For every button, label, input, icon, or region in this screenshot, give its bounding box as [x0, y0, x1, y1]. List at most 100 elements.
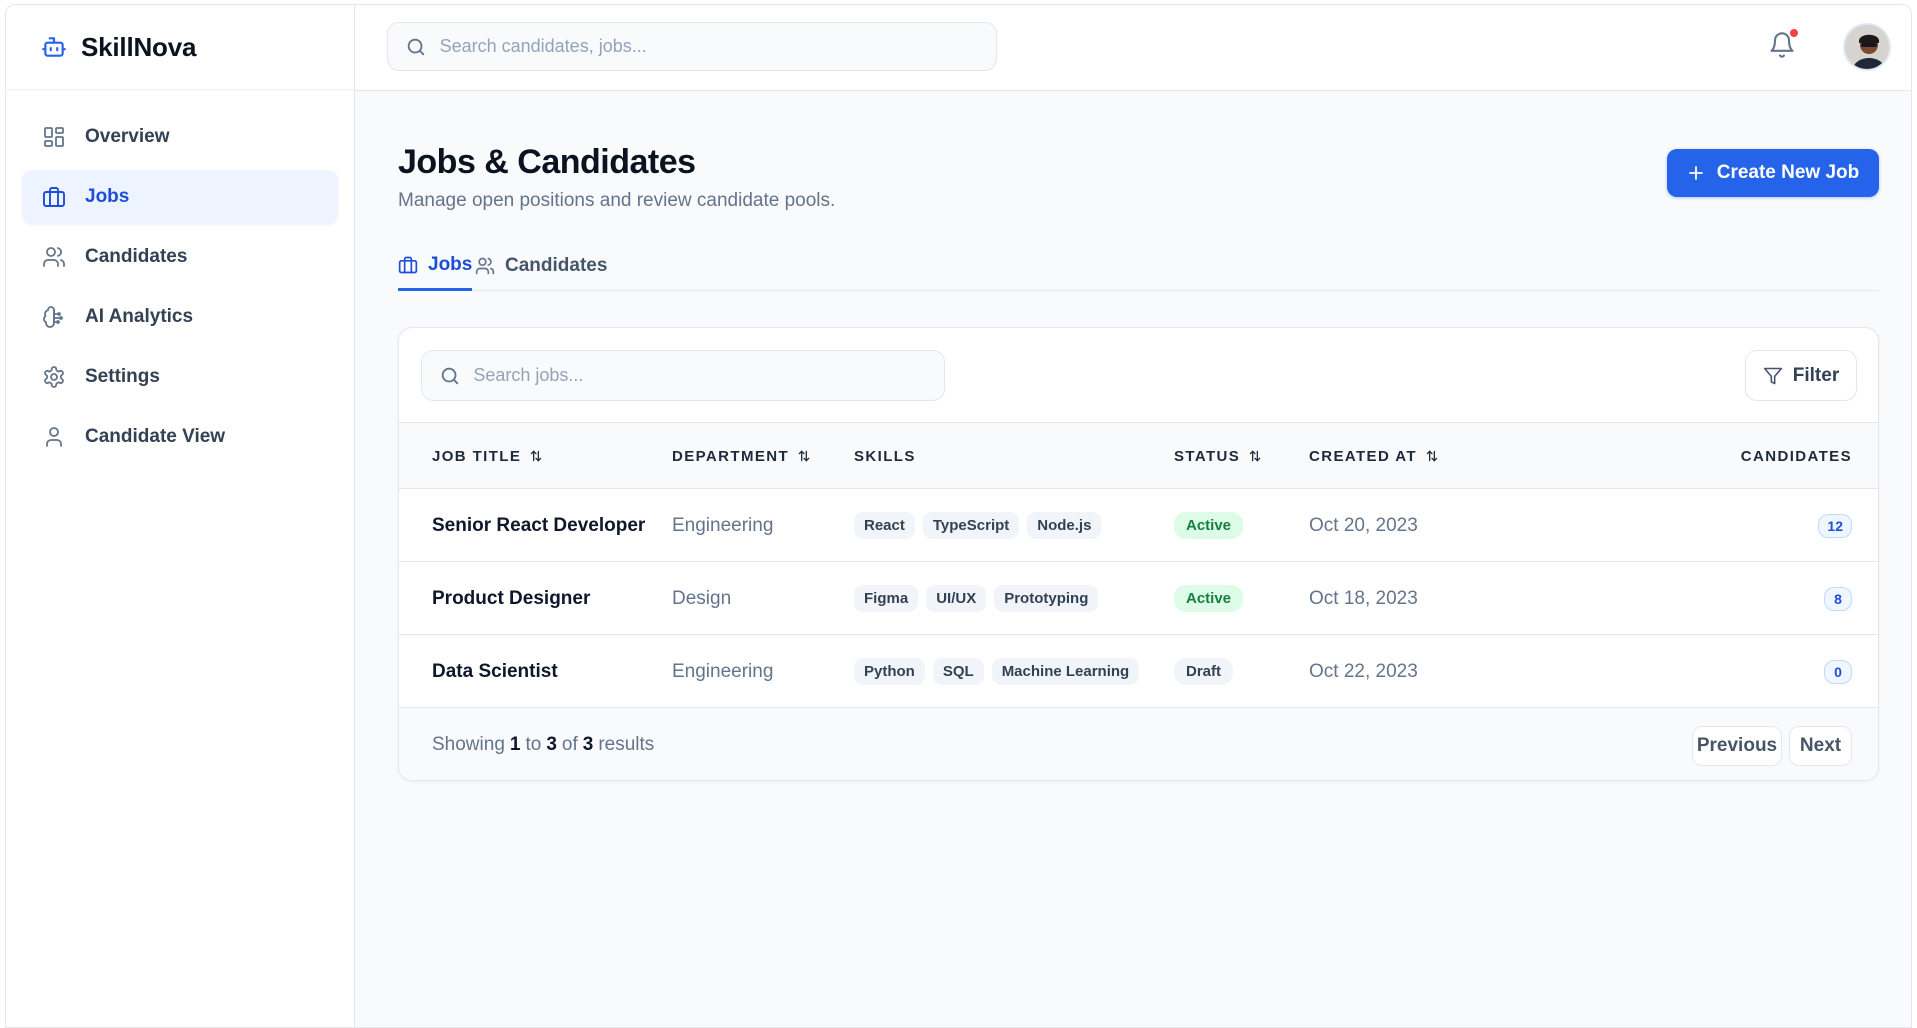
- skill-tag: React: [854, 512, 915, 539]
- app-window: SkillNova Overview Jobs Candidates AI An…: [5, 4, 1912, 1028]
- column-header-department[interactable]: DEPARTMENT: [672, 423, 811, 489]
- status-cell: Active: [1174, 562, 1244, 635]
- skill-tag: Machine Learning: [991, 658, 1140, 685]
- status-cell: Draft: [1174, 635, 1234, 708]
- table-toolbar: Filter: [399, 328, 1878, 423]
- brain-circuit-icon: [40, 303, 68, 331]
- skills-cell: Figma UI/UX Prototyping: [854, 562, 1106, 635]
- sidebar-item-settings[interactable]: Settings: [22, 350, 338, 404]
- main-content: Jobs & Candidates Manage open positions …: [355, 91, 1911, 1027]
- table-row[interactable]: Data Scientist Engineering Python SQL Ma…: [399, 635, 1878, 708]
- column-header-candidates: CANDIDATES: [1740, 447, 1852, 465]
- sidebar-item-ai-analytics[interactable]: AI Analytics: [22, 290, 338, 344]
- status-badge: Draft: [1174, 658, 1234, 685]
- previous-page-button[interactable]: Previous: [1692, 726, 1782, 766]
- jobs-table-card: Filter JOB TITLE DEPARTMENT SKILLS STATU…: [398, 327, 1879, 781]
- gear-icon: [40, 363, 68, 391]
- top-bar: [355, 5, 1911, 91]
- layout-grid-icon: [40, 123, 68, 151]
- create-new-job-button[interactable]: Create New Job: [1667, 149, 1879, 197]
- skill-tag: Figma: [854, 585, 919, 612]
- sidebar-item-jobs[interactable]: Jobs: [22, 170, 338, 224]
- sidebar-item-label: Overview: [85, 126, 170, 147]
- briefcase-icon: [398, 255, 418, 275]
- candidates-cell: 12: [1818, 489, 1852, 562]
- tab-bar: Jobs Candidates: [398, 241, 1879, 291]
- plus-icon: [1687, 164, 1705, 182]
- page-title: Jobs & Candidates: [398, 143, 696, 181]
- job-title-cell[interactable]: Senior React Developer: [432, 489, 645, 562]
- skill-tag: TypeScript: [922, 512, 1020, 539]
- department-cell: Engineering: [672, 514, 774, 536]
- tab-candidates[interactable]: Candidates: [475, 241, 607, 291]
- status-badge: Active: [1174, 585, 1244, 612]
- skills-cell: React TypeScript Node.js: [854, 489, 1109, 562]
- brand[interactable]: SkillNova: [6, 5, 354, 90]
- sidebar-item-overview[interactable]: Overview: [22, 110, 338, 164]
- range-from: 1: [509, 734, 521, 755]
- candidates-cell: 0: [1824, 635, 1852, 708]
- pagination-summary: Showing 1 to 3 of 3 results: [432, 734, 655, 755]
- candidate-count-badge[interactable]: 12: [1818, 513, 1852, 538]
- jobs-search[interactable]: [421, 350, 945, 401]
- sidebar-item-candidate-view[interactable]: Candidate View: [22, 410, 338, 464]
- column-header-skills: SKILLS: [854, 447, 916, 465]
- status-cell: Active: [1174, 489, 1244, 562]
- table-footer: Showing 1 to 3 of 3 results Previous Nex…: [399, 708, 1878, 780]
- skill-tag: UI/UX: [926, 585, 987, 612]
- skill-tag: Prototyping: [994, 585, 1099, 612]
- sort-icon: [797, 449, 811, 463]
- global-search-input[interactable]: [439, 36, 996, 57]
- skills-cell: Python SQL Machine Learning: [854, 635, 1147, 708]
- tab-label: Jobs: [428, 253, 473, 275]
- brand-name: SkillNova: [81, 31, 197, 62]
- create-new-job-label: Create New Job: [1716, 162, 1860, 183]
- global-search[interactable]: [387, 22, 997, 71]
- sidebar-item-label: Candidates: [85, 246, 188, 267]
- sidebar-item-label: Jobs: [85, 186, 130, 207]
- column-header-created-at[interactable]: CREATED AT: [1309, 423, 1439, 489]
- tab-label: Candidates: [505, 255, 608, 276]
- user-icon: [40, 423, 68, 451]
- skill-tag: SQL: [932, 658, 984, 685]
- tab-jobs[interactable]: Jobs: [398, 241, 473, 291]
- skill-tag: Node.js: [1027, 512, 1102, 539]
- filter-icon: [1763, 366, 1783, 386]
- page-subtitle: Manage open positions and review candida…: [398, 190, 836, 211]
- table-header: JOB TITLE DEPARTMENT SKILLS STATUS CREAT…: [399, 423, 1878, 489]
- candidate-count-badge[interactable]: 0: [1824, 659, 1852, 684]
- users-icon: [40, 243, 68, 271]
- jobs-search-input[interactable]: [473, 365, 944, 386]
- briefcase-icon: [40, 183, 68, 211]
- search-icon: [439, 364, 461, 388]
- department-cell: Engineering: [672, 660, 774, 682]
- created-at-cell: Oct 20, 2023: [1309, 514, 1418, 536]
- search-icon: [405, 35, 428, 59]
- filter-button[interactable]: Filter: [1745, 350, 1857, 401]
- sort-icon: [1248, 449, 1262, 463]
- sort-icon: [529, 449, 543, 463]
- sidebar-item-label: AI Analytics: [85, 306, 194, 327]
- notification-dot: [1788, 27, 1800, 39]
- candidate-count-badge[interactable]: 8: [1824, 586, 1852, 611]
- users-icon: [475, 256, 495, 276]
- sort-icon: [1425, 449, 1439, 463]
- bot-icon: [39, 32, 69, 62]
- job-title-cell[interactable]: Data Scientist: [432, 635, 558, 708]
- candidates-cell: 8: [1824, 562, 1852, 635]
- column-header-status[interactable]: STATUS: [1174, 423, 1262, 489]
- table-row[interactable]: Product Designer Design Figma UI/UX Prot…: [399, 562, 1878, 635]
- next-page-button[interactable]: Next: [1789, 726, 1852, 766]
- notifications-button[interactable]: [1762, 27, 1802, 67]
- filter-label: Filter: [1792, 364, 1840, 386]
- status-badge: Active: [1174, 512, 1244, 539]
- column-header-job-title[interactable]: JOB TITLE: [432, 423, 543, 489]
- sidebar: SkillNova Overview Jobs Candidates AI An…: [6, 5, 355, 1027]
- table-row[interactable]: Senior React Developer Engineering React…: [399, 489, 1878, 562]
- avatar[interactable]: [1843, 23, 1891, 71]
- created-at-cell: Oct 18, 2023: [1309, 587, 1418, 609]
- range-to: 3: [546, 734, 557, 755]
- range-total: 3: [582, 734, 594, 755]
- job-title-cell[interactable]: Product Designer: [432, 562, 590, 635]
- sidebar-item-candidates[interactable]: Candidates: [22, 230, 338, 284]
